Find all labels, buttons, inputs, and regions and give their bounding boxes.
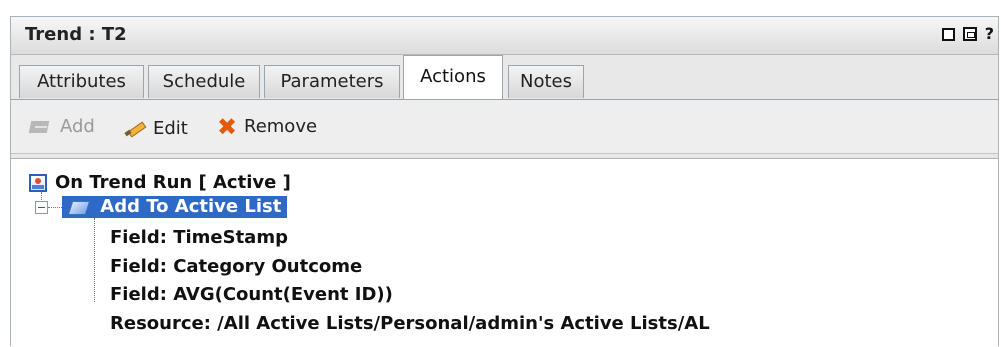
tree-root-label: On Trend Run [ Active ] — [55, 172, 291, 193]
remove-label: Remove — [244, 116, 318, 137]
tree-action-label: Add To Active List — [100, 196, 282, 217]
edit-button[interactable]: Edit — [122, 116, 188, 140]
tab-schedule[interactable]: Schedule — [148, 65, 260, 98]
add-button[interactable]: Add — [27, 116, 95, 137]
tree-root-row[interactable]: On Trend Run [ Active ] — [29, 172, 291, 193]
collapse-icon[interactable] — [35, 200, 48, 214]
title-bar: Trend : T2 ? — [11, 17, 998, 55]
maximize-icon[interactable] — [941, 27, 955, 41]
selected-action[interactable]: Add To Active List — [62, 196, 288, 218]
tabs-bar: Attributes Schedule Parameters Actions N… — [11, 55, 998, 100]
actions-tree: On Trend Run [ Active ] Add To Active Li… — [11, 158, 998, 347]
tree-resource-row[interactable]: Resource: /All Active Lists/Personal/adm… — [110, 313, 710, 334]
window-controls: ? — [941, 26, 994, 42]
tab-actions[interactable]: Actions — [403, 55, 503, 100]
tree-field-row[interactable]: Field: Category Outcome — [110, 256, 362, 277]
actions-toolbar: Add Edit ✖ Remove — [11, 100, 998, 154]
trend-run-icon — [29, 173, 47, 192]
edit-label: Edit — [153, 117, 188, 139]
help-icon[interactable]: ? — [985, 26, 994, 42]
window-title: Trend : T2 — [25, 24, 127, 45]
remove-icon: ✖ — [217, 112, 238, 141]
tab-parameters[interactable]: Parameters — [264, 65, 400, 98]
active-list-action-icon — [66, 199, 90, 215]
add-icon — [27, 118, 53, 136]
tab-notes[interactable]: Notes — [508, 65, 584, 98]
remove-button[interactable]: ✖ Remove — [217, 112, 318, 141]
restore-icon[interactable] — [962, 27, 977, 41]
tree-field-row[interactable]: Field: AVG(Count(Event ID)) — [110, 284, 393, 305]
tree-connector — [94, 218, 95, 302]
tab-attributes[interactable]: Attributes — [19, 65, 144, 98]
tree-action-row[interactable]: Add To Active List — [35, 196, 288, 218]
add-label: Add — [60, 116, 95, 137]
tree-field-row[interactable]: Field: TimeStamp — [110, 227, 288, 248]
trend-panel: Trend : T2 ? Attributes Schedule Paramet… — [10, 16, 999, 347]
pencil-icon — [122, 116, 146, 140]
